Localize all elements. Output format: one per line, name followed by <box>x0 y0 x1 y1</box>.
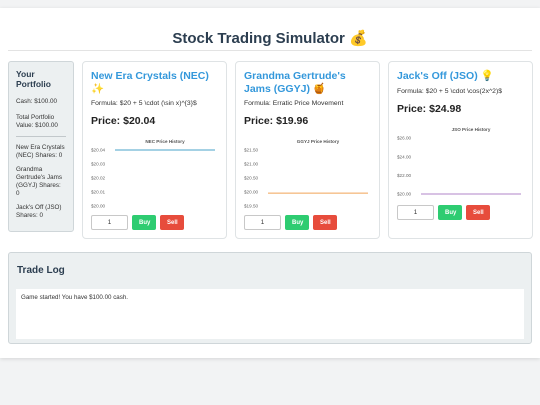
quantity-input[interactable] <box>244 215 281 230</box>
trade-controls: Buy Sell <box>91 215 184 230</box>
trade-log-panel: Trade Log Game started! You have $100.00… <box>8 252 532 344</box>
y-tick-label: $20.03 <box>91 162 105 167</box>
portfolio-panel: Your Portfolio Cash: $100.00 Total Portf… <box>8 61 74 232</box>
stock-name: Grandma Gertrude's Jams (GGYJ) 🍯 <box>244 70 346 95</box>
stock-price: Price: $24.98 <box>397 102 462 115</box>
stock-card-nec: New Era Crystals (NEC) ✨ Formula: $20 + … <box>82 61 227 239</box>
trade-log-heading: Trade Log <box>17 265 65 276</box>
y-tick-label: $21.50 <box>244 148 258 153</box>
trade-controls: Buy Sell <box>244 215 337 230</box>
buy-button[interactable]: Buy <box>438 205 462 220</box>
buy-button[interactable]: Buy <box>285 215 309 230</box>
stock-formula: Formula: $20 + 5 \cdot \cos(2x^2)$ <box>397 87 503 95</box>
stock-name: New Era Crystals (NEC) ✨ <box>91 70 209 95</box>
y-tick-label: $20.02 <box>91 176 105 181</box>
price-chart-svg: NEC Price History $20.04 $20.03 $20.02 $20.0… <box>91 139 215 209</box>
y-tick-label: $22.00 <box>397 173 411 178</box>
holding-ggyj: Grandma Gertrude's Jams (GGYJ) Shares: 0 <box>16 166 62 197</box>
y-tick-label: $20.00 <box>91 204 105 209</box>
y-tick-label: $21.00 <box>244 162 258 167</box>
price-chart-ggyj: GGYJ Price History $21.50 $21.00 $20.50 $20.… <box>244 136 372 210</box>
buy-button[interactable]: Buy <box>132 215 156 230</box>
portfolio-divider <box>16 136 66 137</box>
stock-card-ggyj: Grandma Gertrude's Jams (GGYJ) 🍯 Formula… <box>235 61 380 239</box>
page-title: Stock Trading Simulator 💰 <box>172 30 368 47</box>
y-tick-label: $20.50 <box>244 176 258 181</box>
sell-button[interactable]: Sell <box>160 215 184 230</box>
chart-title: JSO Price History <box>452 127 491 132</box>
sell-button[interactable]: Sell <box>466 205 490 220</box>
portfolio-cash: Cash: $100.00 <box>16 98 57 105</box>
stock-name: Jack's Off (JSO) 💡 <box>397 70 494 82</box>
title-divider <box>8 50 532 51</box>
price-chart-nec: NEC Price History $20.04 $20.03 $20.02 $20.0… <box>91 136 219 210</box>
y-tick-label: $20.00 <box>244 190 258 195</box>
price-chart-svg: JSO Price History $26.00 $24.00 $22.00 $20.0… <box>397 127 521 197</box>
quantity-input[interactable] <box>91 215 128 230</box>
portfolio-heading: Your Portfolio <box>16 69 51 89</box>
stock-price: Price: $20.04 <box>91 115 156 127</box>
stock-formula: Formula: Erratic Price Movement <box>244 100 344 107</box>
quantity-input[interactable] <box>397 205 434 220</box>
portfolio-total-value: Total Portfolio Value: $100.00 <box>16 114 58 129</box>
sell-button[interactable]: Sell <box>313 215 337 230</box>
y-tick-label: $20.01 <box>91 190 105 195</box>
y-tick-label: $19.50 <box>244 204 258 209</box>
stock-formula: Formula: $20 + 5 \cdot (\sin x)^{3}$ <box>91 100 197 107</box>
stock-price: Price: $19.96 <box>244 115 309 127</box>
trade-log-entries: Game started! You have $100.00 cash. <box>16 289 524 339</box>
y-tick-label: $24.00 <box>397 154 411 159</box>
trade-controls: Buy Sell <box>397 205 490 220</box>
chart-title: GGYJ Price History <box>297 139 340 144</box>
chart-title: NEC Price History <box>145 139 185 144</box>
y-tick-label: $26.00 <box>397 136 411 141</box>
price-chart-svg: GGYJ Price History $21.50 $21.00 $20.50 $20.… <box>244 139 368 209</box>
y-tick-label: $20.00 <box>397 192 411 197</box>
holding-nec: New Era Crystals (NEC) Shares: 0 <box>16 144 65 159</box>
stock-card-jso: Jack's Off (JSO) 💡 Formula: $20 + 5 \cdo… <box>388 61 533 239</box>
holding-jso: Jack's Off (JSO) Shares: 0 <box>16 204 62 219</box>
price-chart-jso: JSO Price History $26.00 $24.00 $22.00 $20.0… <box>397 124 525 198</box>
y-tick-label: $20.04 <box>91 148 105 153</box>
log-entry: Game started! You have $100.00 cash. <box>21 294 128 301</box>
